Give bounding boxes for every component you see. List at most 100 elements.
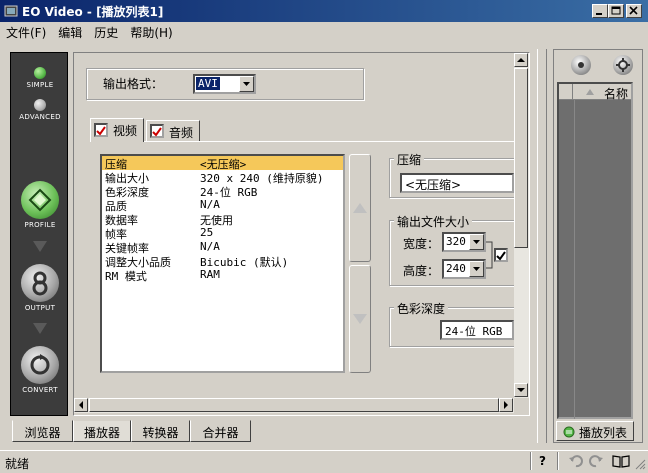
- resize-grip-icon[interactable]: [634, 458, 646, 470]
- property-value: RAM: [200, 268, 220, 281]
- splitter[interactable]: [537, 49, 547, 443]
- output-format-label: 输出格式：: [103, 77, 164, 91]
- move-down-button[interactable]: [349, 265, 371, 373]
- playlist-column-name[interactable]: 名称: [604, 85, 628, 102]
- convert-icon: [30, 354, 50, 375]
- keep-aspect-checkbox[interactable]: [494, 248, 508, 262]
- add-disc-button[interactable]: [571, 55, 591, 75]
- height-select[interactable]: 240: [442, 259, 486, 279]
- triangle-up-icon: [517, 58, 525, 62]
- property-row[interactable]: 调整大小品质 Bicubic (默认): [102, 254, 343, 269]
- property-list[interactable]: 压缩 <无压缩> 输出大小 320 x 240 (维持原貌) 色彩深度 24-位…: [100, 154, 345, 373]
- property-row[interactable]: 数据率 无使用: [102, 212, 343, 227]
- menu-bar: 文件(F) 编辑 历史 帮助(H): [0, 22, 648, 42]
- height-value: 240: [446, 262, 466, 275]
- menu-file[interactable]: 文件(F): [0, 22, 52, 42]
- property-value: N/A: [200, 240, 220, 253]
- output-icon: [32, 271, 48, 296]
- width-label: 宽度：: [403, 237, 440, 251]
- scroll-thumb[interactable]: [514, 68, 528, 248]
- scroll-right-button[interactable]: [499, 398, 513, 412]
- property-row[interactable]: 关键帧率 N/A: [102, 240, 343, 255]
- triangle-down-icon: [353, 314, 367, 324]
- arrow-down-icon: [33, 241, 47, 252]
- playlist-icon: [563, 426, 575, 438]
- color-depth-label: 色彩深度: [394, 300, 449, 317]
- dropdown-button[interactable]: [469, 234, 484, 250]
- video-checkbox[interactable]: [94, 123, 108, 137]
- simple-mode-label[interactable]: SIMPLE: [11, 81, 69, 89]
- scroll-left-button[interactable]: [74, 398, 88, 412]
- triangle-right-icon: [504, 401, 508, 409]
- advanced-indicator-icon[interactable]: [34, 99, 46, 111]
- mode-sidebar: SIMPLE ADVANCED PROFILE OUTPUT CONVERT: [10, 52, 68, 416]
- profile-button[interactable]: [21, 181, 59, 219]
- redo-icon[interactable]: [588, 453, 604, 469]
- settings-button[interactable]: [613, 55, 633, 75]
- output-format-value: AVI: [196, 77, 220, 90]
- advanced-mode-label[interactable]: ADVANCED: [11, 113, 69, 121]
- property-row[interactable]: 输出大小 320 x 240 (维持原貌): [102, 170, 343, 185]
- status-divider: [530, 452, 531, 470]
- scroll-up-button[interactable]: [514, 53, 528, 67]
- width-select[interactable]: 320: [442, 232, 486, 252]
- property-value: 25: [200, 226, 214, 239]
- maximize-button[interactable]: [608, 4, 624, 18]
- width-value: 320: [446, 235, 466, 248]
- status-text: 就绪: [5, 457, 30, 471]
- help-button[interactable]: ?: [539, 454, 546, 468]
- triangle-up-icon: [353, 203, 367, 213]
- tab-divider: [90, 141, 514, 142]
- property-value: N/A: [200, 198, 220, 211]
- column-divider: [574, 100, 575, 419]
- menu-help[interactable]: 帮助(H): [124, 22, 178, 42]
- output-label[interactable]: OUTPUT: [11, 304, 69, 312]
- close-button[interactable]: [626, 4, 642, 18]
- tab-audio[interactable]: 音频: [146, 120, 200, 142]
- triangle-left-icon: [79, 401, 83, 409]
- tab-browser[interactable]: 浏览器: [12, 420, 73, 442]
- playlist-tab[interactable]: 播放列表: [556, 421, 634, 441]
- tab-converter[interactable]: 转换器: [131, 420, 190, 442]
- property-row[interactable]: 色彩深度 24-位 RGB: [102, 184, 343, 199]
- scroll-down-button[interactable]: [514, 383, 528, 397]
- maximize-icon: [611, 6, 621, 15]
- tab-audio-label: 音频: [169, 126, 194, 140]
- status-divider: [557, 452, 558, 470]
- simple-indicator-icon[interactable]: [34, 67, 46, 79]
- profile-label[interactable]: PROFILE: [11, 221, 69, 229]
- property-row-selected[interactable]: 压缩 <无压缩>: [102, 156, 343, 171]
- vertical-scrollbar[interactable]: [514, 53, 529, 398]
- tab-player[interactable]: 播放器: [73, 420, 131, 442]
- scroll-corner: [514, 398, 529, 413]
- convert-button[interactable]: [21, 346, 59, 384]
- book-icon[interactable]: [612, 453, 630, 469]
- gear-icon: [616, 58, 630, 72]
- tab-merger[interactable]: 合并器: [190, 420, 251, 442]
- dropdown-button[interactable]: [239, 76, 254, 92]
- property-row[interactable]: RM 模式 RAM: [102, 268, 343, 283]
- title-bar[interactable]: EO Video - [播放列表1]: [0, 0, 648, 22]
- move-up-button[interactable]: [349, 154, 371, 262]
- horizontal-scrollbar[interactable]: [74, 398, 514, 413]
- color-depth-select[interactable]: 24-位 RGB: [440, 320, 514, 340]
- playlist-header-check[interactable]: [559, 84, 573, 100]
- minimize-button[interactable]: [592, 4, 608, 18]
- output-format-select[interactable]: AVI: [193, 74, 256, 94]
- tab-video[interactable]: 视频: [90, 118, 144, 142]
- convert-label[interactable]: CONVERT: [11, 386, 69, 394]
- arrow-down-icon: [33, 323, 47, 334]
- scroll-thumb[interactable]: [89, 398, 499, 412]
- tab-video-label: 视频: [113, 124, 138, 138]
- output-button[interactable]: [21, 264, 59, 302]
- undo-icon[interactable]: [568, 453, 584, 469]
- compression-field[interactable]: <无压缩>: [400, 173, 514, 193]
- property-row[interactable]: 品质 N/A: [102, 198, 343, 213]
- playlist-list[interactable]: 名称: [557, 82, 633, 419]
- dropdown-button[interactable]: [469, 261, 484, 277]
- status-bar: 就绪: [0, 450, 648, 473]
- audio-checkbox[interactable]: [150, 124, 164, 138]
- property-row[interactable]: 帧率 25: [102, 226, 343, 241]
- menu-edit[interactable]: 编辑: [52, 22, 88, 42]
- menu-history[interactable]: 历史: [88, 22, 124, 42]
